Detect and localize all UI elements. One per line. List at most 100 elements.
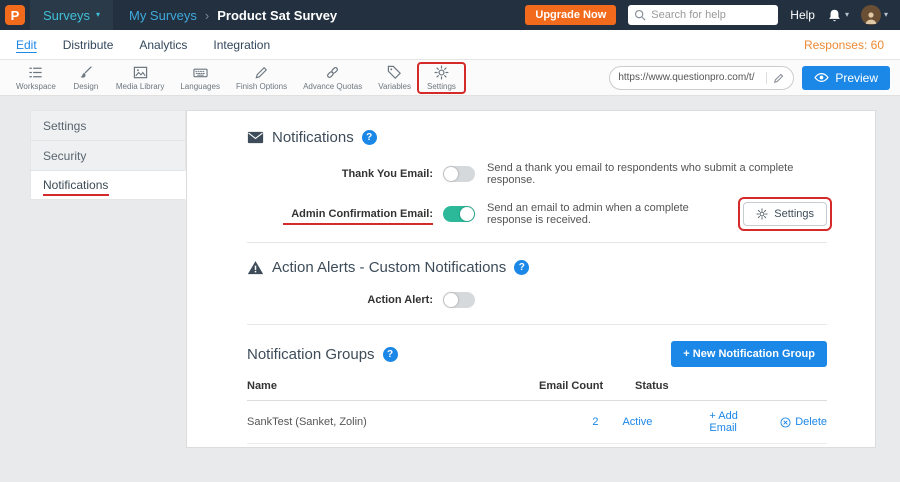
topbar: P Surveys ▾ My Surveys › Product Sat Sur…	[0, 0, 900, 30]
toolbar-item-label: Advance Quotas	[303, 82, 362, 91]
toolbar-item-settings[interactable]: Settings	[419, 63, 464, 93]
notifications-section-header: Notifications ?	[247, 129, 827, 146]
settings-sidebar: Settings Security Notifications	[30, 110, 186, 200]
breadcrumb: My Surveys › Product Sat Survey	[129, 8, 337, 23]
sidebar-item-notifications[interactable]: Notifications	[30, 170, 186, 200]
toolbar-item-languages[interactable]: Languages	[172, 63, 228, 93]
workspace-icon	[28, 65, 43, 80]
surveys-menu[interactable]: Surveys ▾	[30, 0, 113, 30]
edit-url-pencil-icon[interactable]	[766, 72, 785, 84]
thank-you-email-label: Thank You Email:	[247, 168, 433, 180]
tab-distribute[interactable]: Distribute	[63, 38, 114, 52]
column-header-email-count: Email Count	[539, 380, 611, 392]
action-alert-toggle[interactable]	[443, 292, 475, 308]
tab-integration[interactable]: Integration	[213, 38, 270, 52]
breadcrumb-separator: ›	[205, 8, 209, 23]
status-link[interactable]: Active	[622, 416, 652, 428]
survey-url-box	[609, 66, 794, 90]
group-name-cell: SankTest (Sanket, Zolin)	[247, 416, 529, 428]
settings-button-wrap: Settings	[743, 202, 827, 226]
email-count-cell: 2	[529, 416, 599, 428]
notification-groups-header: Notification Groups ? + New Notification…	[247, 341, 827, 367]
action-alerts-title: Action Alerts - Custom Notifications	[272, 259, 506, 276]
divider	[247, 324, 827, 325]
delete-label: Delete	[795, 416, 827, 428]
notifications-bell[interactable]: ▾	[827, 8, 849, 23]
settings-button-label: Settings	[774, 208, 814, 220]
admin-confirmation-email-toggle[interactable]	[443, 206, 475, 222]
table-row: SankTest (Sanket, Zolin) 2 Active + Add …	[247, 401, 827, 444]
logo-mark: P	[5, 5, 25, 25]
notification-groups-title-wrap: Notification Groups ?	[247, 346, 398, 363]
divider	[247, 242, 827, 243]
toolbar-item-label: Design	[73, 82, 98, 91]
toolbar-item-media-library[interactable]: Media Library	[108, 63, 172, 93]
responses-count: Responses: 60	[804, 38, 884, 52]
toolbar-item-finish-options[interactable]: Finish Options	[228, 63, 295, 93]
gear-icon	[434, 65, 449, 80]
column-header-status: Status	[635, 380, 725, 392]
help-icon[interactable]: ?	[362, 130, 377, 145]
link-icon	[325, 65, 340, 80]
warning-icon	[247, 260, 264, 275]
email-count-link[interactable]: 2	[592, 416, 598, 428]
questionpro-app: P Surveys ▾ My Surveys › Product Sat Sur…	[0, 0, 900, 482]
user-avatar	[861, 5, 881, 25]
design-brush-icon	[78, 65, 93, 80]
toolbar-item-label: Workspace	[16, 82, 56, 91]
row-actions: + Add Email Delete	[709, 410, 827, 434]
preview-button[interactable]: Preview	[802, 66, 890, 90]
toolbar-item-design[interactable]: Design	[64, 63, 108, 93]
help-search-box	[628, 5, 778, 25]
envelope-icon	[247, 131, 264, 144]
add-email-label: + Add Email	[709, 410, 764, 434]
notification-groups-title: Notification Groups	[247, 346, 375, 363]
keyboard-icon	[193, 65, 208, 80]
sidebar-item-label: Notifications	[43, 178, 108, 192]
eye-icon	[814, 72, 829, 83]
sidebar-item-security[interactable]: Security	[30, 140, 186, 170]
toolbar-items: Workspace Design Media Library Languages	[8, 60, 464, 95]
toolbar-item-label: Variables	[378, 82, 411, 91]
admin-confirmation-email-description: Send an email to admin when a complete r…	[487, 202, 731, 226]
tab-analytics[interactable]: Analytics	[139, 38, 187, 52]
action-alert-row: Action Alert:	[247, 292, 827, 308]
help-icon[interactable]: ?	[383, 347, 398, 362]
edit-toolbar: Workspace Design Media Library Languages	[0, 60, 900, 96]
delete-circle-x-icon	[780, 417, 791, 428]
toolbar-item-workspace[interactable]: Workspace	[8, 63, 64, 93]
chevron-down-icon: ▾	[96, 11, 100, 19]
annotation-underline-admin-email	[283, 223, 433, 225]
user-menu[interactable]: ▾	[861, 5, 888, 25]
bell-icon	[827, 8, 842, 23]
breadcrumb-current-survey: Product Sat Survey	[217, 8, 337, 23]
toolbar-item-label: Finish Options	[236, 82, 287, 91]
gear-icon	[756, 208, 768, 220]
admin-email-settings-button[interactable]: Settings	[743, 202, 827, 226]
preview-button-label: Preview	[835, 71, 878, 85]
toolbar-item-advance-quotas[interactable]: Advance Quotas	[295, 63, 370, 93]
help-search-input[interactable]	[651, 9, 772, 21]
surveys-menu-label: Surveys	[43, 8, 90, 23]
help-link[interactable]: Help	[790, 8, 815, 22]
toolbar-item-variables[interactable]: Variables	[370, 63, 419, 93]
action-alerts-section-header: Action Alerts - Custom Notifications ?	[247, 259, 827, 276]
notification-groups-table: Name Email Count Status SankTest (Sanket…	[247, 371, 827, 444]
delete-link[interactable]: Delete	[780, 416, 827, 428]
questionpro-logo[interactable]: P	[0, 0, 30, 30]
tab-edit[interactable]: Edit	[16, 38, 37, 52]
survey-url-input[interactable]	[618, 72, 766, 83]
notifications-panel: Notifications ? Thank You Email: Send a …	[186, 110, 876, 448]
annotation-underline-notifications	[43, 194, 109, 196]
breadcrumb-my-surveys[interactable]: My Surveys	[129, 8, 197, 23]
status-cell: Active	[622, 416, 709, 428]
table-header-row: Name Email Count Status	[247, 371, 827, 401]
upgrade-now-button[interactable]: Upgrade Now	[525, 5, 616, 25]
sidebar-item-settings[interactable]: Settings	[30, 110, 186, 140]
add-email-link[interactable]: + Add Email	[709, 410, 764, 434]
thank-you-email-toggle[interactable]	[443, 166, 475, 182]
new-notification-group-button[interactable]: + New Notification Group	[671, 341, 827, 367]
help-icon[interactable]: ?	[514, 260, 529, 275]
topbar-right: Upgrade Now Help ▾ ▾	[525, 5, 900, 25]
image-icon	[133, 65, 148, 80]
